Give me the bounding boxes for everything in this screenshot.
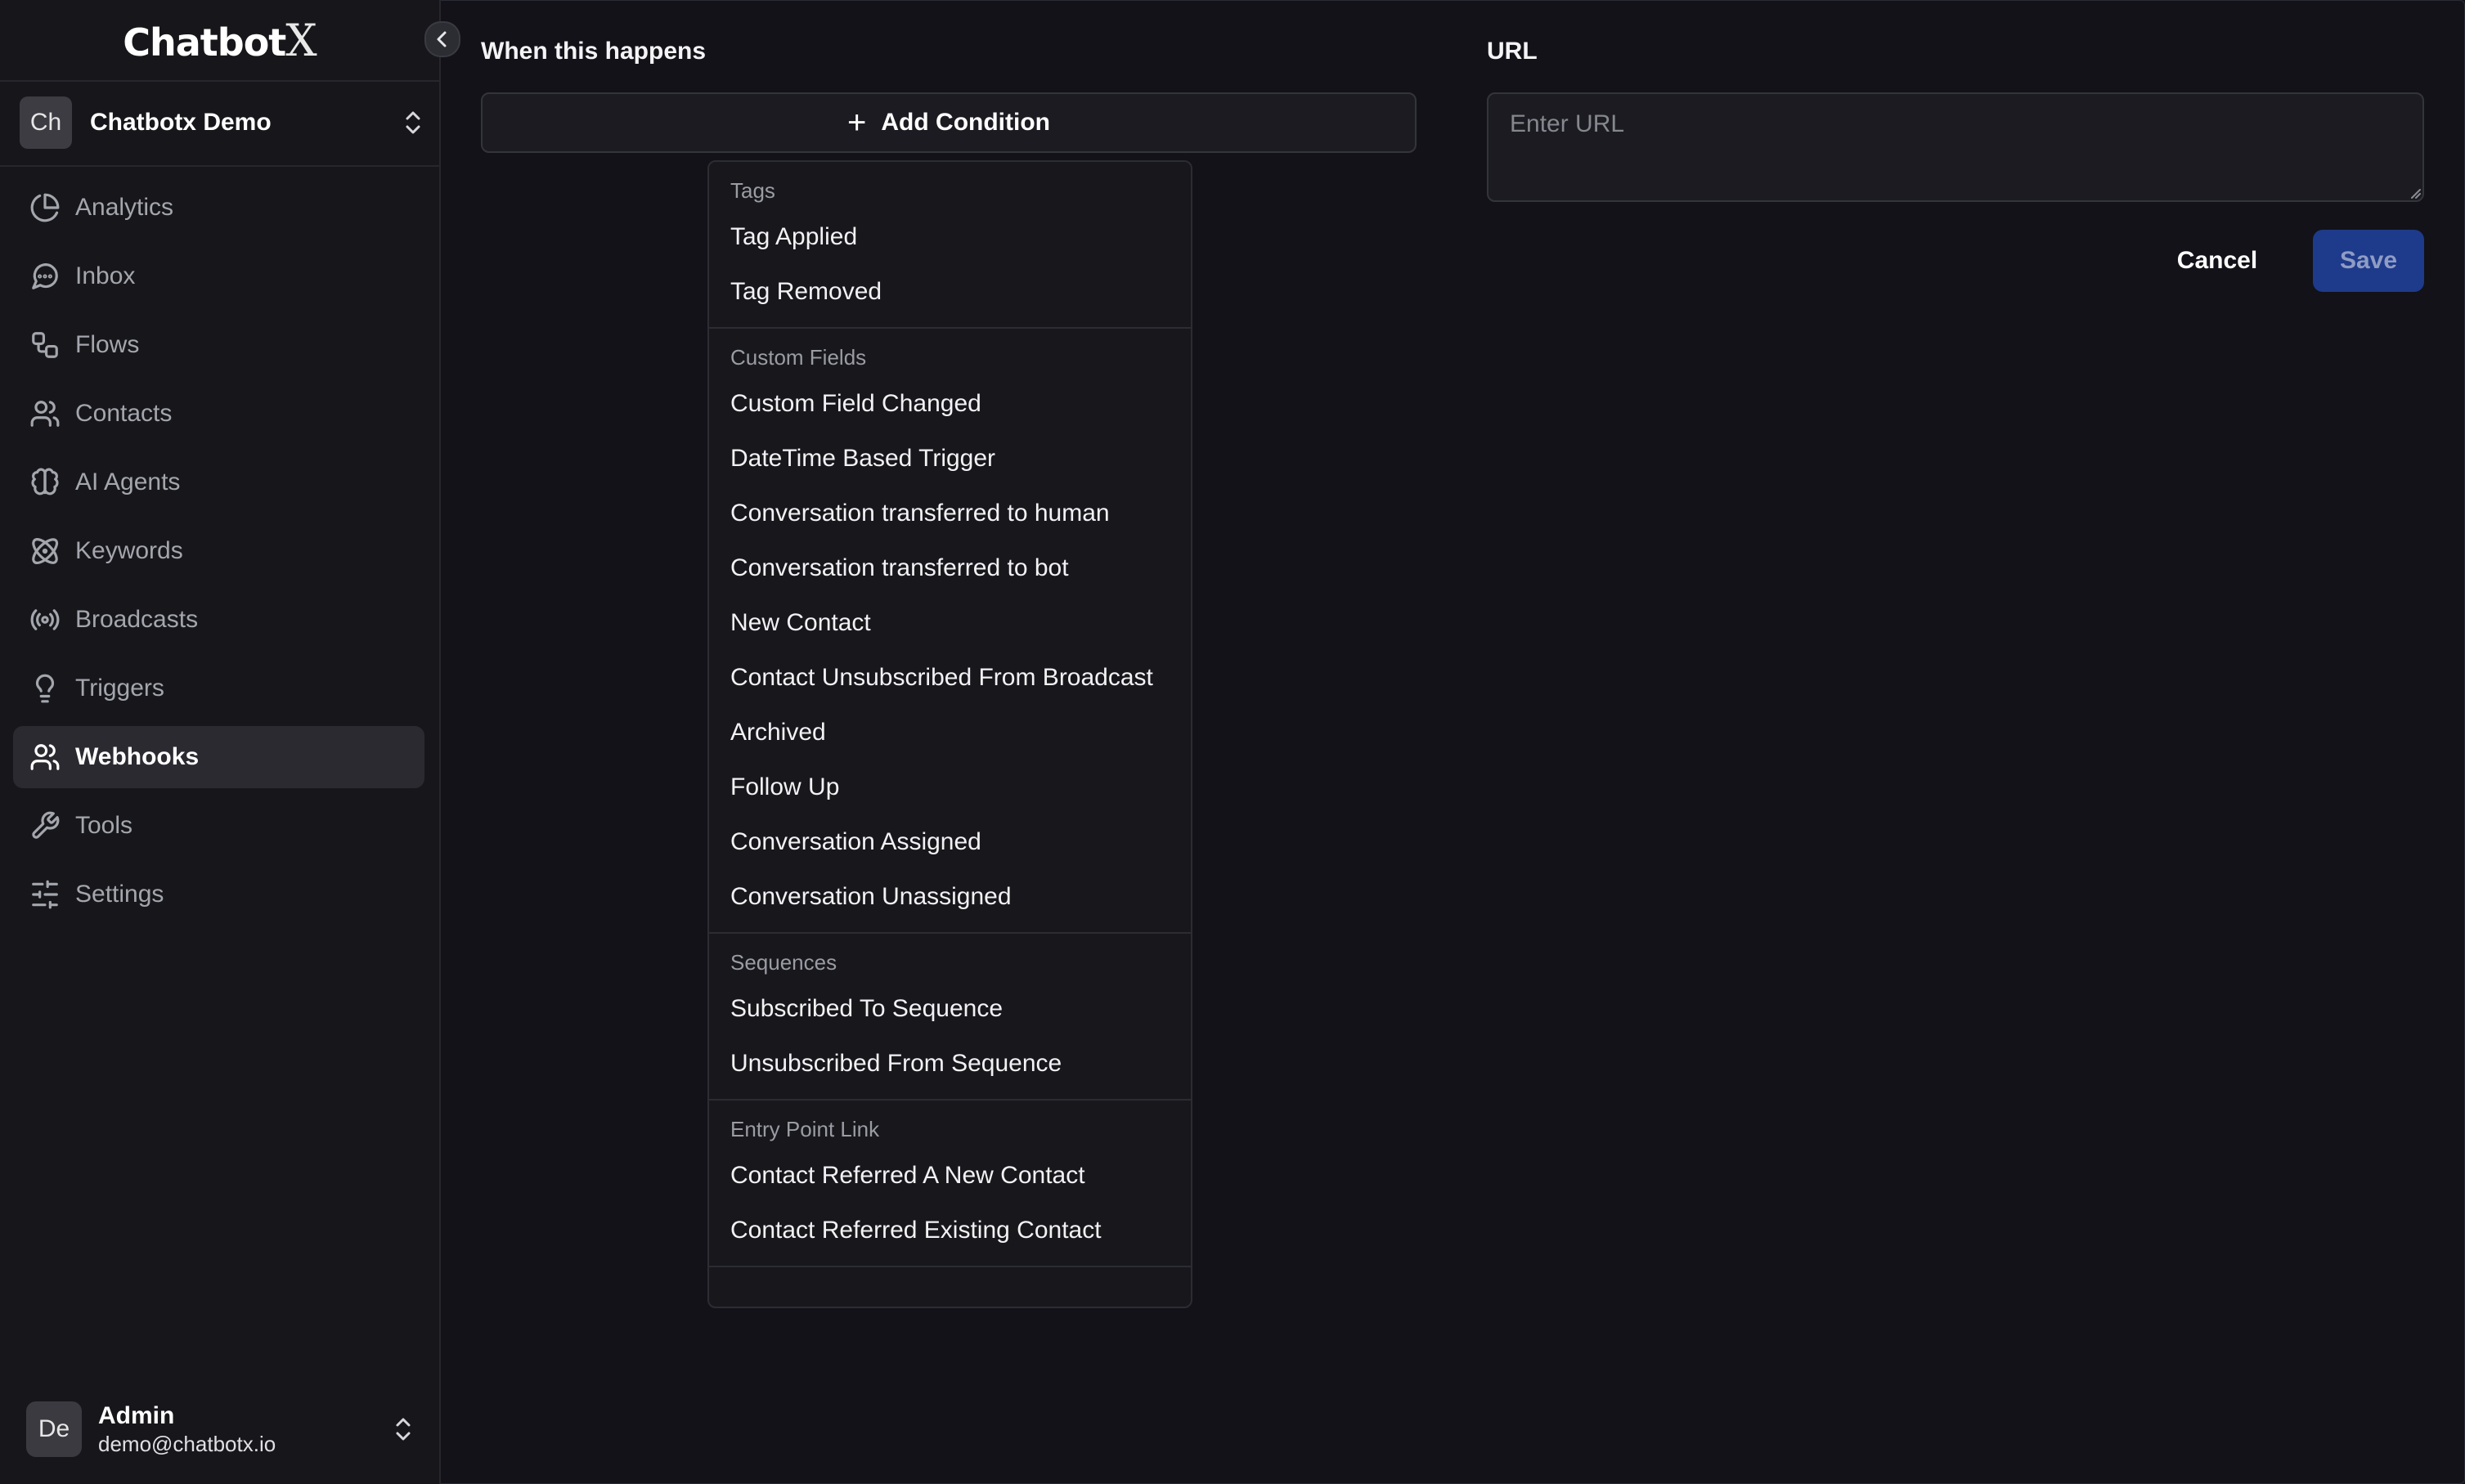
- add-condition-label: Add Condition: [881, 109, 1050, 136]
- sidebar-item-keywords[interactable]: Keywords: [13, 520, 424, 582]
- app-logo: ChatbotX: [123, 15, 317, 66]
- sidebar-item-broadcasts[interactable]: Broadcasts: [13, 589, 424, 651]
- user-info: Admin demo@chatbotx.io: [98, 1401, 391, 1457]
- plus-icon: +: [847, 105, 867, 141]
- user-menu[interactable]: De Admin demo@chatbotx.io: [26, 1400, 415, 1459]
- url-label: URL: [1487, 38, 1538, 65]
- sidebar-item-settings[interactable]: Settings: [13, 863, 424, 926]
- sidebar-item-tools[interactable]: Tools: [13, 795, 424, 857]
- sidebar-item-label: Inbox: [75, 262, 136, 289]
- menu-item[interactable]: New Contact: [709, 595, 1191, 650]
- dropdown-group-title: Entry Point Link: [730, 1117, 880, 1141]
- dropdown-group-sequences: Sequences Subscribed To Sequence Unsubsc…: [709, 934, 1191, 1101]
- menu-item[interactable]: Subscribed To Sequence: [709, 981, 1191, 1036]
- menu-item[interactable]: Contact Referred A New Contact: [709, 1148, 1191, 1203]
- url-input[interactable]: [1487, 92, 2424, 202]
- sidebar-item-analytics[interactable]: Analytics: [13, 177, 424, 239]
- menu-item[interactable]: Conversation Unassigned: [709, 869, 1191, 924]
- save-button[interactable]: Save: [2313, 230, 2424, 292]
- menu-item[interactable]: Contact Referred Existing Contact: [709, 1203, 1191, 1258]
- sidebar-item-label: Triggers: [75, 675, 164, 702]
- sidebar-item-label: Broadcasts: [75, 606, 199, 633]
- workspace-name: Chatbotx Demo: [90, 109, 272, 136]
- user-name: Admin: [98, 1402, 175, 1429]
- menu-item[interactable]: Tag Applied: [709, 209, 1191, 264]
- dropdown-group-custom-fields: Custom Fields Custom Field Changed DateT…: [709, 329, 1191, 934]
- chevron-left-icon: [434, 29, 451, 49]
- dropdown-group-entry-point-link: Entry Point Link Contact Referred A New …: [709, 1101, 1191, 1267]
- avatar: De: [26, 1401, 82, 1457]
- sidebar-item-webhooks[interactable]: Webhooks: [13, 726, 424, 788]
- dropdown-group-title: Sequences: [730, 950, 837, 975]
- sidebar-item-label: Webhooks: [75, 743, 200, 770]
- workspace-avatar: Ch: [20, 96, 72, 149]
- users-icon: [28, 740, 62, 774]
- condition-dropdown-menu: Tags Tag Applied Tag Removed Custom Fiel…: [707, 160, 1192, 1308]
- chevrons-up-down-icon: [391, 1413, 415, 1446]
- sidebar-item-label: Flows: [75, 331, 140, 358]
- sidebar-item-label: Tools: [75, 812, 133, 839]
- menu-item[interactable]: DateTime Based Trigger: [709, 431, 1191, 486]
- collapse-sidebar-button[interactable]: [424, 21, 460, 57]
- brain-icon: [28, 465, 62, 500]
- workspace-switcher[interactable]: Ch Chatbotx Demo: [20, 93, 425, 152]
- pie-chart-icon: [28, 191, 62, 225]
- add-condition-button[interactable]: + Add Condition: [481, 92, 1417, 153]
- menu-item[interactable]: Conversation transferred to human: [709, 486, 1191, 540]
- when-this-happens-label: When this happens: [481, 38, 707, 65]
- users-icon: [28, 397, 62, 431]
- dropdown-group-title: Custom Fields: [730, 345, 867, 370]
- sidebar-item-label: Analytics: [75, 194, 174, 221]
- sidebar-item-contacts[interactable]: Contacts: [13, 383, 424, 445]
- sidebar-nav: Analytics Inbox Flows Contacts AI Agents…: [13, 177, 424, 932]
- dropdown-group-title: Tags: [730, 178, 775, 203]
- sidebar-item-triggers[interactable]: Triggers: [13, 657, 424, 720]
- menu-item[interactable]: Custom Field Changed: [709, 376, 1191, 431]
- menu-item[interactable]: Archived: [709, 705, 1191, 760]
- cancel-button[interactable]: Cancel: [2159, 230, 2275, 292]
- message-circle-icon: [28, 259, 62, 294]
- menu-item[interactable]: Conversation transferred to bot: [709, 540, 1191, 595]
- dropdown-group-tags: Tags Tag Applied Tag Removed: [709, 162, 1191, 329]
- chevrons-up-down-icon: [401, 106, 425, 139]
- sidebar-item-inbox[interactable]: Inbox: [13, 245, 424, 307]
- menu-item[interactable]: Unsubscribed From Sequence: [709, 1036, 1191, 1091]
- lightbulb-icon: [28, 671, 62, 706]
- menu-item[interactable]: Tag Removed: [709, 264, 1191, 319]
- sidebar-item-label: Settings: [75, 881, 164, 908]
- workflow-icon: [28, 328, 62, 362]
- menu-item[interactable]: Conversation Assigned: [709, 814, 1191, 869]
- sidebar-item-label: AI Agents: [75, 469, 181, 495]
- sliders-icon: [28, 877, 62, 912]
- divider: [0, 165, 439, 167]
- radio-icon: [28, 603, 62, 637]
- resize-handle-icon[interactable]: [2409, 187, 2421, 199]
- sidebar-item-ai-agents[interactable]: AI Agents: [13, 451, 424, 513]
- divider: [0, 80, 439, 82]
- sidebar: ChatbotX Ch Chatbotx Demo Analytics Inbo…: [0, 0, 441, 1484]
- atom-icon: [28, 534, 62, 568]
- user-email: demo@chatbotx.io: [98, 1432, 276, 1456]
- sidebar-item-label: Keywords: [75, 537, 183, 564]
- menu-item[interactable]: Follow Up: [709, 760, 1191, 814]
- menu-item[interactable]: Contact Unsubscribed From Broadcast: [709, 650, 1191, 705]
- sidebar-item-label: Contacts: [75, 400, 173, 427]
- sidebar-item-flows[interactable]: Flows: [13, 314, 424, 376]
- wrench-icon: [28, 809, 62, 843]
